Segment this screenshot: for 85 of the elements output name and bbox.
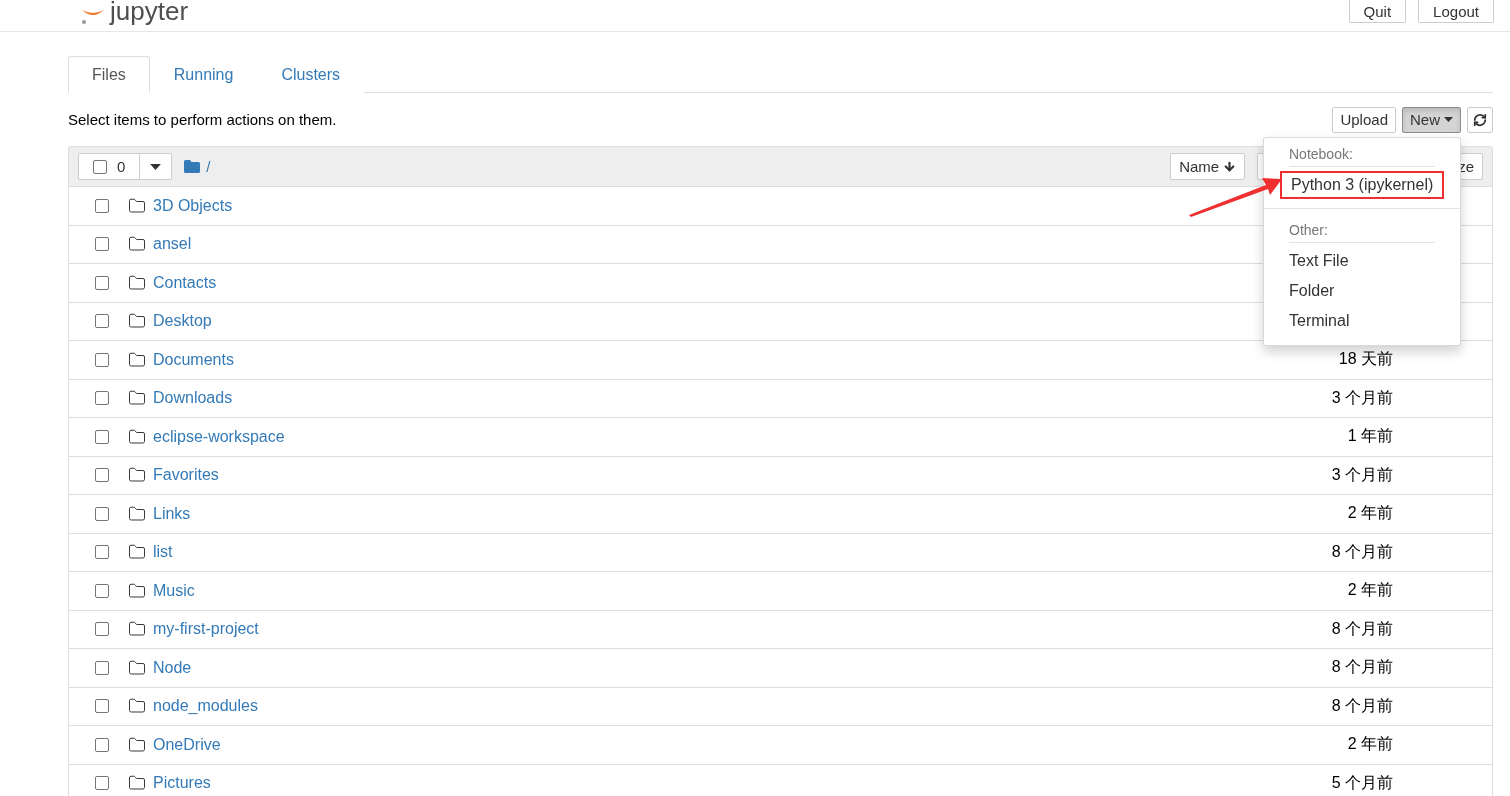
folder-icon: [128, 658, 146, 677]
folder-link[interactable]: Contacts: [153, 273, 217, 292]
folder-link[interactable]: OneDrive: [153, 735, 221, 754]
modified-date: 8 个月前: [1331, 657, 1393, 678]
folder-icon: [128, 427, 146, 446]
modified-date: 2 年前: [1347, 734, 1393, 755]
modified-date: 8 个月前: [1331, 695, 1393, 716]
menu-header: Other:: [1289, 217, 1435, 243]
folder-icon: [128, 620, 146, 639]
folder-link[interactable]: eclipse-workspace: [153, 427, 285, 446]
checkbox[interactable]: [95, 352, 109, 367]
refresh-button[interactable]: [1467, 106, 1493, 133]
checkbox[interactable]: [95, 622, 109, 637]
checkbox[interactable]: [95, 699, 109, 714]
folder-icon: [128, 389, 146, 408]
checkbox[interactable]: [95, 198, 109, 213]
folder-icon: [128, 774, 146, 793]
hint-text: Select items to perform actions on them.: [68, 111, 337, 128]
folder-link[interactable]: 3D Objects: [153, 196, 233, 215]
folder-icon: [128, 350, 146, 369]
folder-icon: [184, 160, 201, 173]
sort-down-icon: [1223, 160, 1237, 173]
checkbox[interactable]: [95, 583, 109, 598]
menu-item[interactable]: Python 3 (ipykernel): [1280, 170, 1444, 199]
select-all-button[interactable]: 0: [78, 153, 141, 180]
checkbox[interactable]: [95, 468, 109, 483]
checkbox[interactable]: [95, 660, 109, 675]
folder-icon: [128, 581, 146, 600]
modified-date: 5 个月前: [1331, 772, 1393, 793]
sort-name-button[interactable]: Name: [1170, 153, 1246, 180]
selected-count: 0: [117, 158, 126, 175]
folder-link[interactable]: Node: [153, 658, 192, 677]
menu-item[interactable]: Folder: [1281, 278, 1443, 303]
tab[interactable]: Files: [68, 56, 150, 93]
modified-date: 3 个月前: [1331, 387, 1393, 408]
folder-link[interactable]: Music: [153, 581, 195, 600]
folder-link[interactable]: Links: [153, 504, 191, 523]
select-menu-button[interactable]: [140, 153, 173, 180]
folder-link[interactable]: Pictures: [153, 774, 211, 793]
menu-header: Notebook:: [1289, 141, 1435, 167]
checkbox[interactable]: [95, 506, 109, 521]
header-button[interactable]: Logout: [1418, 0, 1494, 23]
folder-icon: [128, 273, 146, 292]
folder-icon: [128, 466, 146, 485]
folder-link[interactable]: Downloads: [153, 389, 233, 408]
folder-link[interactable]: Favorites: [153, 466, 219, 485]
modified-date: 2 年前: [1347, 503, 1393, 524]
folder-icon: [128, 735, 146, 754]
folder-link[interactable]: ansel: [153, 235, 192, 254]
folder-icon: [128, 697, 146, 716]
folder-link[interactable]: Documents: [153, 350, 234, 369]
checkbox[interactable]: [95, 737, 109, 752]
modified-date: 8 个月前: [1331, 541, 1393, 562]
folder-link[interactable]: node_modules: [153, 697, 258, 716]
caret-icon: [150, 163, 162, 170]
checkbox[interactable]: [95, 776, 109, 791]
caret-icon: [1444, 117, 1453, 122]
logo-text: jupyter: [110, 0, 189, 24]
folder-link[interactable]: Desktop: [153, 312, 212, 331]
checkbox[interactable]: [95, 314, 109, 329]
modified-date: 1 年前: [1347, 426, 1393, 447]
folder-icon: [128, 504, 146, 523]
checkbox[interactable]: [95, 391, 109, 406]
modified-date: 18 天前: [1338, 349, 1393, 370]
new-button[interactable]: New: [1402, 106, 1461, 133]
header-button[interactable]: Quit: [1348, 0, 1407, 23]
modified-date: 8 个月前: [1331, 618, 1393, 639]
menu-item[interactable]: Terminal: [1281, 308, 1443, 333]
modified-date: 2 年前: [1347, 580, 1393, 601]
folder-icon: [128, 312, 146, 331]
checkbox[interactable]: [95, 237, 109, 252]
refresh-icon: [1473, 112, 1487, 127]
folder-icon: [128, 196, 146, 215]
folder-icon: [128, 235, 146, 254]
modified-date: 3 个月前: [1331, 464, 1393, 485]
breadcrumb-link[interactable]: /: [206, 158, 211, 175]
checkbox[interactable]: [95, 275, 109, 290]
folder-icon: [128, 543, 146, 562]
checkbox[interactable]: [95, 545, 109, 560]
checkbox[interactable]: [93, 159, 107, 174]
folder-link[interactable]: my-first-project: [153, 620, 259, 639]
menu-item[interactable]: Text File: [1281, 248, 1443, 273]
upload-button[interactable]: Upload: [1332, 106, 1396, 133]
checkbox[interactable]: [95, 429, 109, 444]
folder-link[interactable]: list: [153, 543, 173, 562]
